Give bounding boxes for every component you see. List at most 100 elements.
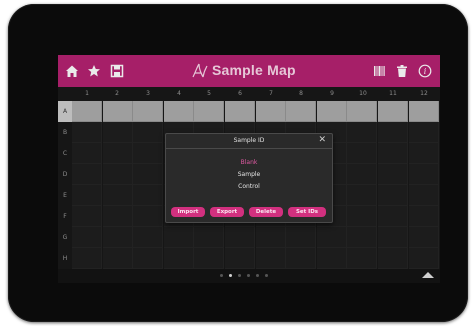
row-header-b[interactable]: B [58,122,72,143]
well-cell[interactable] [347,164,377,185]
well-cell[interactable] [133,248,163,269]
well-cell[interactable] [164,227,194,248]
well-cell[interactable] [378,101,408,122]
well-cell[interactable] [72,143,102,164]
well-cell[interactable] [103,164,133,185]
expand-up-icon[interactable] [422,272,434,278]
option-sample[interactable]: Sample [166,171,332,178]
page-dot[interactable] [265,274,268,277]
column-header: 5 [207,90,211,97]
well-cell[interactable] [347,248,377,269]
page-dot[interactable] [256,274,259,277]
well-cell[interactable] [194,248,224,269]
well-cell[interactable] [225,248,255,269]
well-cell[interactable] [378,143,408,164]
well-cell[interactable] [72,227,102,248]
app-screen: Sample Map i 1 2 3 4 5 6 7 8 9 10 11 12 [58,55,440,283]
home-icon[interactable] [64,63,80,79]
well-cell[interactable] [347,185,377,206]
well-cell[interactable] [409,143,439,164]
well-cell[interactable] [72,164,102,185]
well-cell[interactable] [409,164,439,185]
well-cell[interactable] [103,206,133,227]
column-header: 11 [389,90,397,97]
well-cell[interactable] [317,227,347,248]
page-dot[interactable] [220,274,223,277]
well-cell[interactable] [256,227,286,248]
set-ids-button[interactable]: Set IDs [288,207,326,217]
page-dot-active[interactable] [229,274,232,277]
well-cell[interactable] [103,122,133,143]
well-cell[interactable] [378,185,408,206]
save-icon[interactable] [109,63,125,79]
row-header-h[interactable]: H [58,248,72,269]
barcode-icon[interactable] [371,63,387,79]
export-button[interactable]: Export [210,207,244,217]
well-cell[interactable] [347,101,377,122]
well-cell[interactable] [256,101,286,122]
well-cell[interactable] [409,248,439,269]
well-cell[interactable] [347,122,377,143]
well-cell[interactable] [317,248,347,269]
well-cell[interactable] [72,206,102,227]
well-cell[interactable] [133,164,163,185]
well-cell[interactable] [103,248,133,269]
page-dot[interactable] [247,274,250,277]
page-dot[interactable] [238,274,241,277]
well-cell[interactable] [409,227,439,248]
well-cell[interactable] [194,101,224,122]
well-cell[interactable] [194,227,224,248]
option-blank[interactable]: Blank [166,159,332,166]
well-cell[interactable] [133,206,163,227]
well-cell[interactable] [133,122,163,143]
well-cell[interactable] [103,101,133,122]
well-row-h [72,248,440,269]
well-cell[interactable] [378,227,408,248]
well-cell[interactable] [103,143,133,164]
well-cell[interactable] [72,185,102,206]
row-header-d[interactable]: D [58,164,72,185]
well-cell[interactable] [317,101,347,122]
well-cell[interactable] [164,248,194,269]
well-cell[interactable] [286,248,316,269]
well-cell[interactable] [409,206,439,227]
well-cell[interactable] [133,143,163,164]
row-header-c[interactable]: C [58,143,72,164]
import-button[interactable]: Import [171,207,205,217]
well-cell[interactable] [133,227,163,248]
star-icon[interactable] [86,63,102,79]
well-cell[interactable] [72,101,102,122]
well-cell[interactable] [286,227,316,248]
well-cell[interactable] [409,185,439,206]
row-header-g[interactable]: G [58,227,72,248]
row-header-f[interactable]: F [58,206,72,227]
well-cell[interactable] [347,227,377,248]
sample-logo-icon [190,61,210,81]
well-cell[interactable] [378,164,408,185]
close-icon[interactable]: ✕ [318,135,326,145]
well-cell[interactable] [378,206,408,227]
well-cell[interactable] [164,101,194,122]
well-cell[interactable] [378,248,408,269]
well-cell[interactable] [347,206,377,227]
well-cell[interactable] [409,122,439,143]
well-cell[interactable] [103,227,133,248]
trash-icon[interactable] [394,63,410,79]
row-header-e[interactable]: E [58,185,72,206]
well-cell[interactable] [225,227,255,248]
delete-button[interactable]: Delete [249,207,283,217]
well-cell[interactable] [133,185,163,206]
well-cell[interactable] [286,101,316,122]
well-cell[interactable] [133,101,163,122]
well-cell[interactable] [72,122,102,143]
info-icon[interactable]: i [417,63,433,79]
well-cell[interactable] [256,248,286,269]
row-header-a[interactable]: A [58,101,72,122]
well-cell[interactable] [347,143,377,164]
well-cell[interactable] [225,101,255,122]
well-cell[interactable] [103,185,133,206]
well-cell[interactable] [409,101,439,122]
well-cell[interactable] [378,122,408,143]
option-control[interactable]: Control [166,183,332,190]
well-cell[interactable] [72,248,102,269]
